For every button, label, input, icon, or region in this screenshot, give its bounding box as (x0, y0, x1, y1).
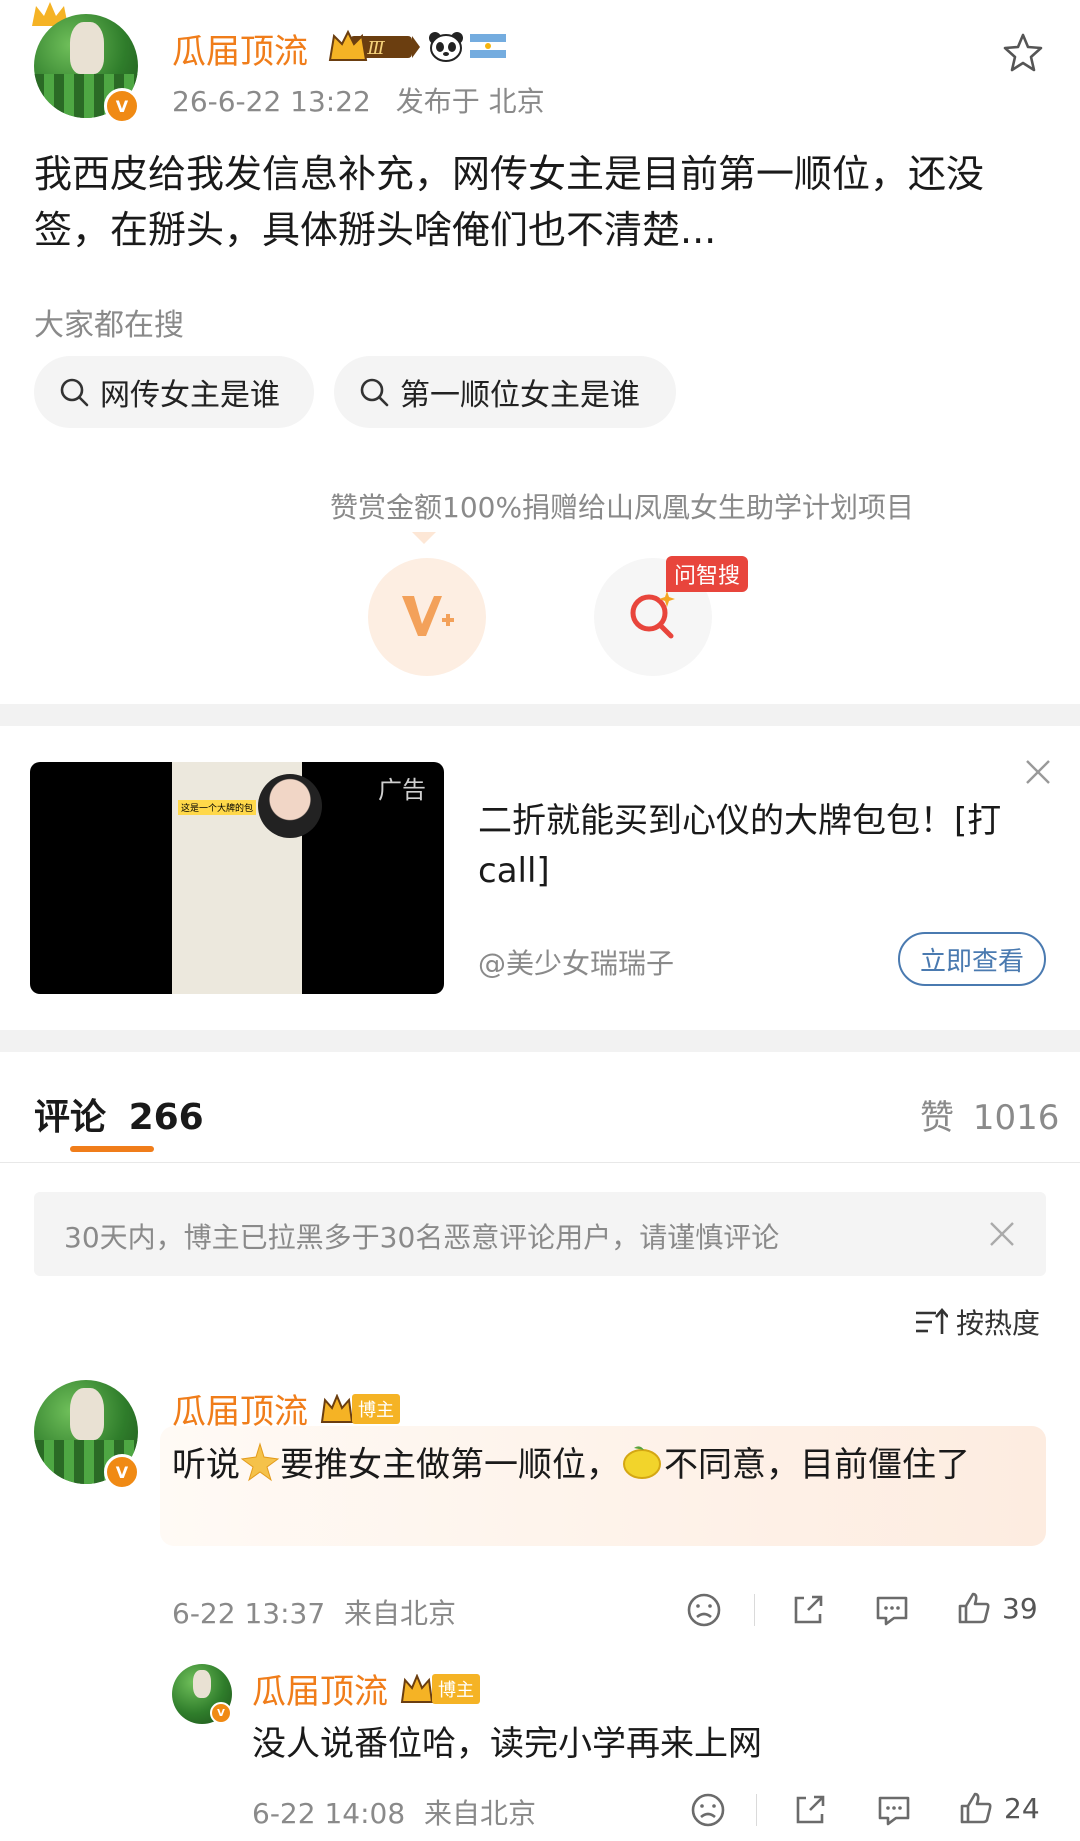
comment-username[interactable]: 瓜届顶流 (172, 1384, 308, 1433)
comment-icon[interactable] (876, 1792, 912, 1832)
favorite-star-icon[interactable] (1002, 32, 1044, 74)
likes-tab-label: 赞 (920, 1098, 954, 1138)
comment-icon[interactable] (874, 1592, 910, 1632)
section-divider (0, 1030, 1080, 1052)
level-badge-text: Ⅲ (366, 38, 385, 59)
post-timestamp: 26-6-22 13:22 (172, 85, 371, 118)
comment-text-part1: 听说 (172, 1445, 240, 1485)
like-button[interactable]: 24 (958, 1790, 1040, 1826)
section-divider (0, 704, 1080, 726)
post-text: 我西皮给我发信息补充，网传女主是目前第一顺位，还没签，在掰头，具体掰头啥俺们也不… (34, 152, 985, 252)
ad-view-button[interactable]: 立即查看 (898, 932, 1046, 986)
share-icon[interactable] (790, 1592, 826, 1632)
ad-tag: 广告 (378, 776, 426, 804)
share-icon[interactable] (792, 1792, 828, 1832)
blocked-users-notice: 30天内，博主已拉黑多于30名恶意评论用户，请谨慎评论 (34, 1192, 1046, 1276)
verified-badge-icon: V (104, 88, 140, 124)
ad-video-caption: 这是一个大牌的包 (178, 800, 257, 815)
reward-pointer (412, 532, 436, 544)
author-badge: 博主 (320, 1393, 400, 1424)
zhisou-icon (625, 587, 681, 647)
author-badge-label: 博主 (352, 1393, 400, 1424)
crown-icon (320, 1393, 354, 1424)
comments-tab-label: 评论 (34, 1097, 107, 1138)
comment-text-part3: 不同意，目前僵住了 (664, 1445, 970, 1485)
like-icon (956, 1590, 992, 1626)
like-count: 24 (1004, 1791, 1040, 1825)
ad-close-icon[interactable] (1024, 758, 1052, 786)
vplus-icon (398, 590, 456, 644)
dislike-icon[interactable] (690, 1792, 726, 1832)
action-separator (756, 1794, 757, 1826)
search-chip-label: 网传女主是谁 (100, 378, 280, 413)
sort-icon (914, 1307, 948, 1337)
search-icon (358, 376, 390, 408)
reward-text: 赞赏金额100%捐赠给山凤凰女生助学计划项目 (330, 491, 915, 524)
search-icon (58, 376, 90, 408)
sort-button[interactable]: 按热度 (914, 1302, 1040, 1342)
search-chip-label: 第一顺位女主是谁 (400, 378, 640, 413)
reply-text: 没人说番位哈，读完小学再来上网 (252, 1724, 762, 1764)
level-crown-badge-icon: Ⅲ (328, 28, 422, 64)
crown-icon (400, 1673, 434, 1704)
reply-location: 来自北京 (424, 1797, 537, 1830)
comment-text: 听说 要推女主做第一顺位， 不同意，目前僵住了 (172, 1438, 1022, 1498)
sort-label: 按热度 (956, 1307, 1041, 1340)
like-icon (958, 1790, 994, 1826)
comments-count: 266 (128, 1097, 204, 1138)
author-badge-label: 博主 (432, 1673, 480, 1704)
post-username[interactable]: 瓜届顶流 (172, 24, 308, 73)
dislike-icon[interactable] (686, 1592, 722, 1632)
action-separator (754, 1594, 755, 1626)
like-count: 39 (1002, 1591, 1038, 1625)
search-chip-1[interactable]: 网传女主是谁 (34, 356, 314, 428)
sparkle-star-icon (240, 1442, 280, 1498)
notice-text: 30天内，博主已拉黑多于30名恶意评论用户，请谨慎评论 (64, 1221, 780, 1254)
argentina-flag-icon (470, 34, 506, 58)
search-chip-2[interactable]: 第一顺位女主是谁 (334, 356, 676, 428)
reward-vplus-button[interactable] (368, 558, 486, 676)
notice-close-icon[interactable] (988, 1220, 1016, 1248)
search-section-title: 大家都在搜 (34, 308, 184, 343)
tab-likes[interactable]: 赞 1016 (920, 1090, 1059, 1139)
comment-text-part2: 要推女主做第一顺位， (280, 1445, 620, 1485)
likes-count: 1016 (972, 1098, 1060, 1138)
comments-tab-underline (70, 1146, 154, 1152)
like-button[interactable]: 39 (956, 1590, 1038, 1626)
zhisou-tag: 问智搜 (666, 556, 749, 592)
ad-title[interactable]: 二折就能买到心仪的大牌包包！[打call] (478, 796, 1050, 896)
post-location: 发布于 北京 (395, 85, 545, 118)
reply-avatar-figure (193, 1670, 211, 1698)
reply-time: 6-22 14:08 (252, 1797, 406, 1830)
tab-comments[interactable]: 评论 266 (34, 1088, 204, 1140)
author-badge: 博主 (400, 1673, 480, 1704)
verified-badge-icon: V (210, 1702, 232, 1724)
ad-account[interactable]: @美少女瑞瑞子 (478, 942, 674, 982)
ad-video-face (258, 774, 322, 838)
panda-icon (428, 30, 464, 62)
lemon-icon (620, 1442, 664, 1498)
verified-badge-icon: V (104, 1454, 140, 1490)
ad-video-thumbnail[interactable]: 这是一个大牌的包 广告 (30, 762, 444, 994)
reply-username[interactable]: 瓜届顶流 (252, 1664, 388, 1713)
header-divider (0, 1162, 1080, 1163)
comment-time: 6-22 13:37 (172, 1597, 326, 1630)
comment-location: 来自北京 (344, 1597, 457, 1630)
